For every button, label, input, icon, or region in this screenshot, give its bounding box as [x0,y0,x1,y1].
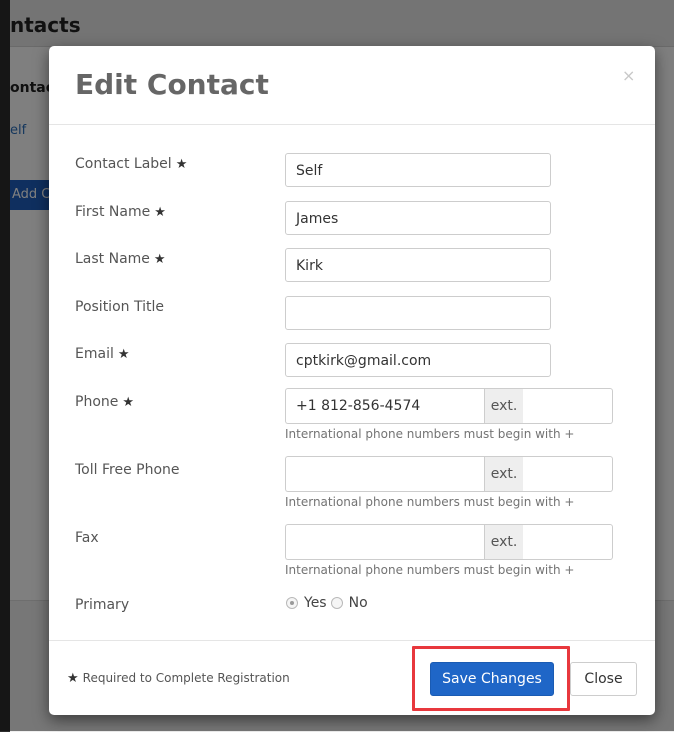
required-star-icon: ★ [122,395,135,410]
save-changes-button[interactable]: Save Changes [430,662,554,696]
email-input[interactable]: cptkirk@gmail.com [285,343,551,377]
fax-ext-addon: ext. [484,524,524,560]
modal-footer: ★ Required to Complete Registration Save … [49,640,655,716]
fax-input[interactable] [285,524,484,560]
last-name-label: Last Name ★ [75,251,166,267]
primary-radio-group: Yes No [286,595,372,611]
close-button[interactable]: Close [570,662,637,696]
primary-no-radio[interactable] [330,597,343,609]
toll-free-phone-help-text: International phone numbers must begin w… [285,495,575,509]
contact-label-label: Contact Label ★ [75,156,188,172]
close-icon[interactable]: × [622,66,635,85]
phone-label: Phone ★ [75,394,135,410]
primary-no-label[interactable]: No [349,595,368,611]
required-note: ★ Required to Complete Registration [67,671,290,686]
toll-free-phone-label: Toll Free Phone [75,462,180,478]
toll-free-phone-ext-input[interactable] [523,456,613,492]
modal-header: Edit Contact × [49,46,655,125]
position-title-label: Position Title [75,299,164,315]
fax-label: Fax [75,530,99,546]
first-name-input[interactable]: James [285,201,551,235]
fax-ext-input[interactable] [523,524,613,560]
primary-yes-label[interactable]: Yes [304,595,327,611]
last-name-input[interactable]: Kirk [285,248,551,282]
first-name-label: First Name ★ [75,204,166,220]
phone-ext-input[interactable] [523,388,613,424]
fax-help-text: International phone numbers must begin w… [285,563,575,577]
required-star-icon: ★ [154,205,166,220]
required-star-icon: ★ [153,252,166,267]
toll-free-phone-ext-addon: ext. [484,456,524,492]
email-label: Email ★ [75,346,130,362]
toll-free-phone-input[interactable] [285,456,484,492]
required-star-icon: ★ [175,157,188,172]
phone-input[interactable]: +1 812-856-4574 [285,388,484,424]
edit-contact-modal: Edit Contact × Contact Label ★ Self First… [49,46,655,715]
phone-help-text: International phone numbers must begin w… [285,427,575,441]
contact-label-input[interactable]: Self [285,153,551,187]
required-star-icon: ★ [117,347,130,362]
primary-yes-radio[interactable] [286,597,298,609]
modal-title: Edit Contact [75,68,269,101]
position-title-input[interactable] [285,296,551,330]
primary-label: Primary [75,597,130,613]
required-star-icon: ★ [67,671,79,686]
phone-ext-addon: ext. [484,388,524,424]
